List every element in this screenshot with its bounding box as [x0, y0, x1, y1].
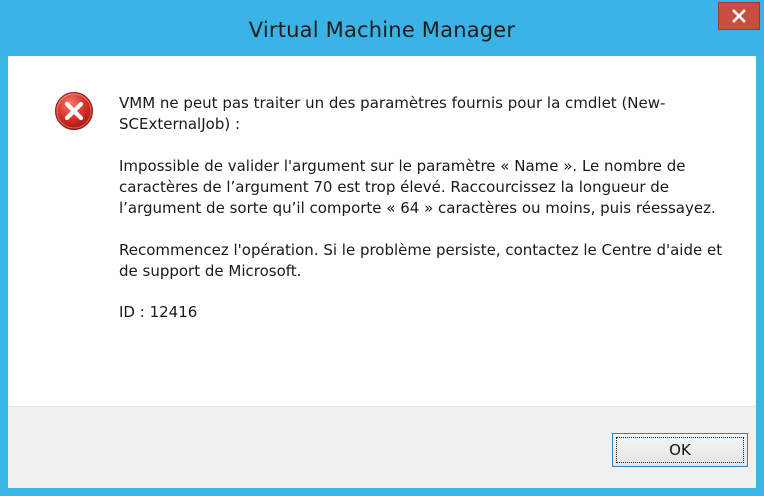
title-bar[interactable]: Virtual Machine Manager: [0, 0, 764, 56]
ok-button-label: OK: [669, 441, 691, 459]
dialog-body: VMM ne peut pas traiter un des paramètre…: [8, 56, 756, 488]
button-bar: OK: [8, 406, 756, 488]
error-icon: [54, 91, 94, 131]
close-icon: [732, 9, 746, 23]
message-lead: VMM ne peut pas traiter un des paramètre…: [119, 94, 666, 133]
dialog-window: Virtual Machine Manager VMM ne peut pas …: [0, 0, 764, 496]
error-id: ID : 12416: [119, 303, 198, 321]
close-button[interactable]: [718, 2, 760, 30]
message-detail: Impossible de valider l'argument sur le …: [119, 157, 716, 217]
window-title: Virtual Machine Manager: [248, 18, 516, 42]
ok-button[interactable]: OK: [612, 433, 748, 467]
message-text: VMM ne peut pas traiter un des paramètre…: [119, 93, 729, 323]
message-action: Recommencez l'opération. Si le problème …: [119, 241, 723, 280]
